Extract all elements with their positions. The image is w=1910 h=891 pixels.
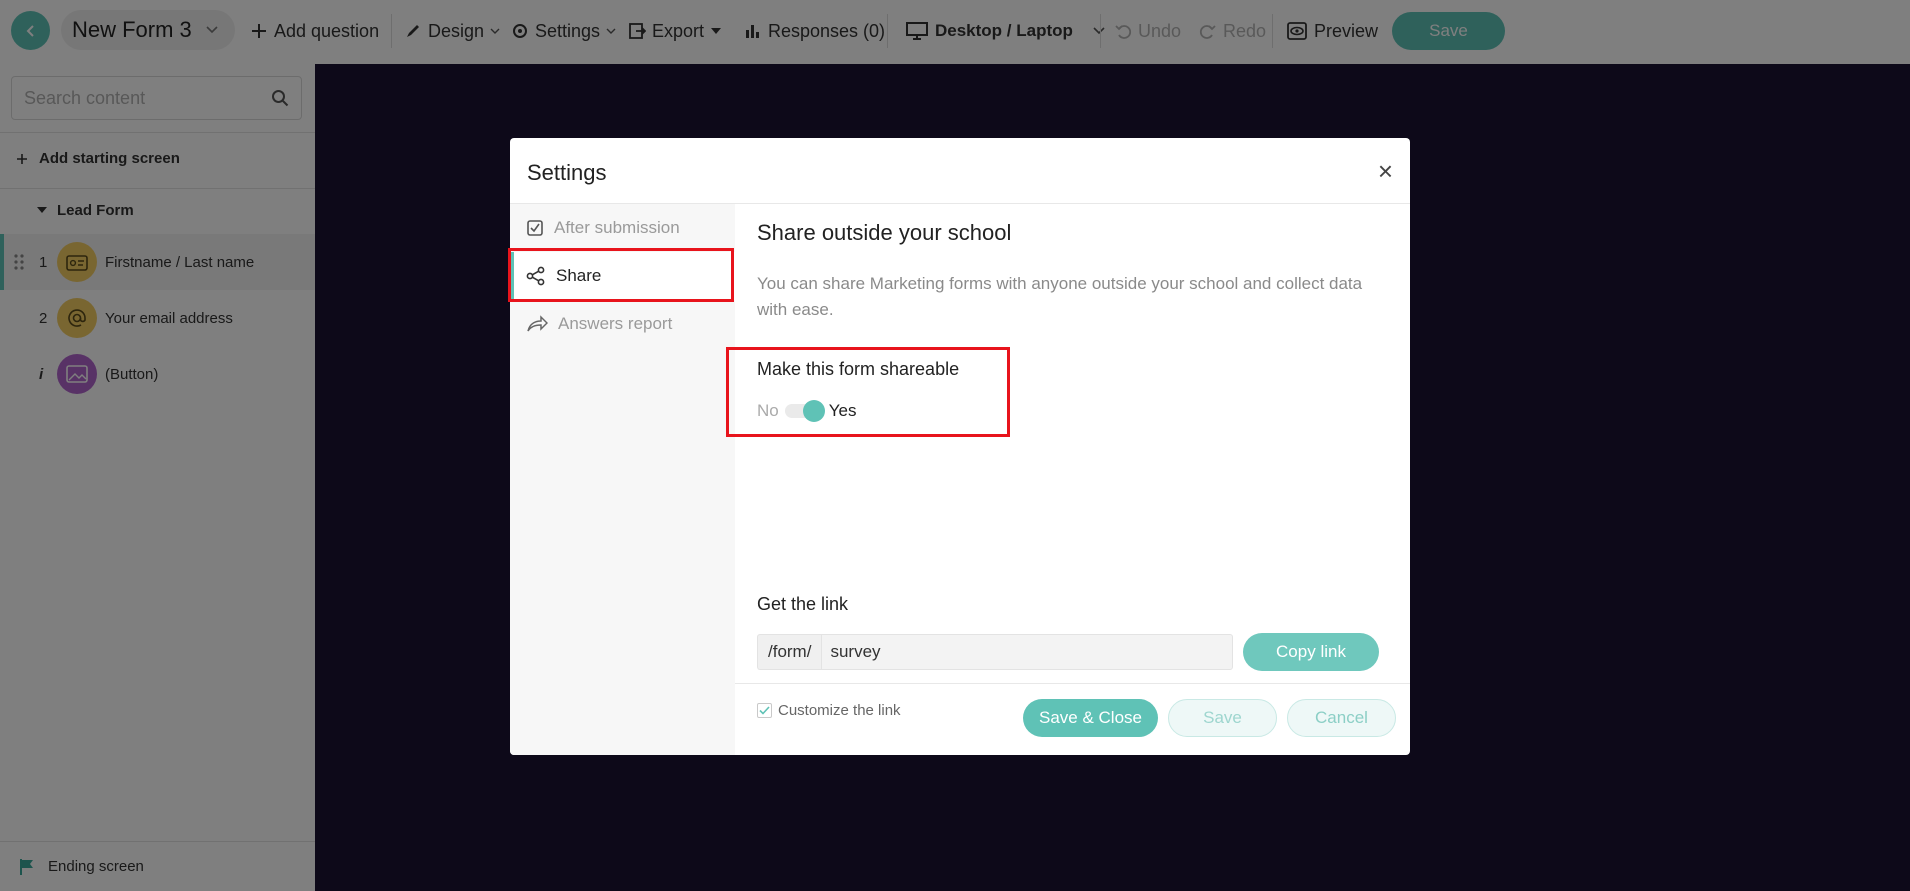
checklist-icon [527,220,543,236]
shareable-heading: Make this form shareable [757,359,960,379]
copy-link-button[interactable]: Copy link [1243,633,1379,671]
save-close-button[interactable]: Save & Close [1023,699,1158,737]
toggle-no-label: No [757,401,779,420]
toggle-knob [802,400,825,422]
forward-arrow-icon [527,315,548,332]
share-description: You can share Marketing forms with anyon… [757,274,1363,319]
link-slug-input[interactable] [821,634,1234,670]
tab-after-submission[interactable]: After submission [510,204,735,252]
link-row: /form/ [757,634,1234,670]
share-icon [526,266,545,286]
settings-nav: After submission Share Answers report [510,204,735,755]
link-prefix: /form/ [757,634,822,670]
cancel-button[interactable]: Cancel [1287,699,1396,737]
modal-footer: Save & Close Save Cancel [735,683,1410,755]
close-icon[interactable]: × [1378,156,1393,187]
shareable-toggle-row: No Yes [757,400,857,422]
toggle-yes-label: Yes [828,401,857,420]
tab-answers-report[interactable]: Answers report [510,300,735,348]
tab-share[interactable]: Share [510,252,735,300]
app: New Form 3 Add question Design Settings … [0,0,1910,891]
settings-modal: Settings × After submission Share Answer… [510,138,1410,755]
modal-save-button[interactable]: Save [1168,699,1277,737]
share-heading: Share outside your school [757,220,1012,245]
get-link-heading: Get the link [757,594,849,614]
modal-header: Settings × [510,138,1410,204]
modal-title: Settings [527,160,607,185]
share-panel: Share outside your school You can share … [735,204,1410,755]
shareable-toggle[interactable] [784,400,825,422]
